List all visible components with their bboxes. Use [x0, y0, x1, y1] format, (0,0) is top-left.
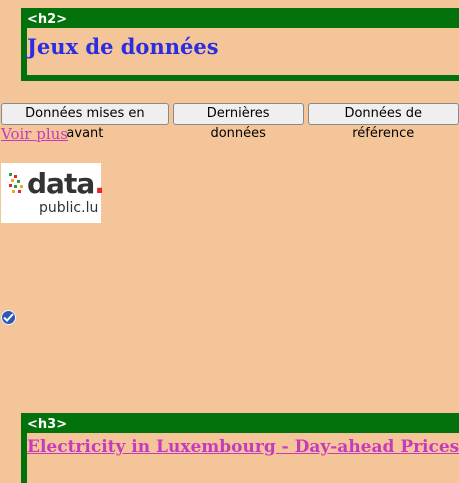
h3-tag-label: <h3> [27, 417, 459, 433]
logo-wordmark: data. [27, 167, 105, 200]
h2-tag-label: <h2> [27, 12, 459, 28]
logo-subtitle: public.lu [39, 200, 99, 216]
dataset-tabs: Données mises en avant Dernières données… [1, 103, 459, 141]
checkmark-icon [3, 313, 14, 322]
h2-heading-frame: <h2> Jeux de données [21, 8, 459, 81]
logo-word: data [27, 167, 95, 200]
h3-heading-frame: <h3> Electricity in Luxembourg - Day-ahe… [21, 413, 459, 483]
dataset-title-link[interactable]: Electricity in Luxembourg - Day-ahead Pr… [27, 437, 459, 457]
tab-featured-data[interactable]: Données mises en avant [1, 103, 169, 141]
tab-reference-data[interactable]: Données de référence [307, 103, 459, 141]
logo-dot: . [94, 167, 105, 200]
tab-latest-data[interactable]: Dernières données [172, 103, 304, 141]
checked-checkbox[interactable] [1, 310, 16, 325]
see-more-link[interactable]: Voir plus [1, 125, 68, 143]
page-title: Jeux de données [27, 34, 219, 59]
logo-dots-icon [9, 173, 23, 193]
data-public-lu-logo: data. public.lu [1, 163, 105, 223]
